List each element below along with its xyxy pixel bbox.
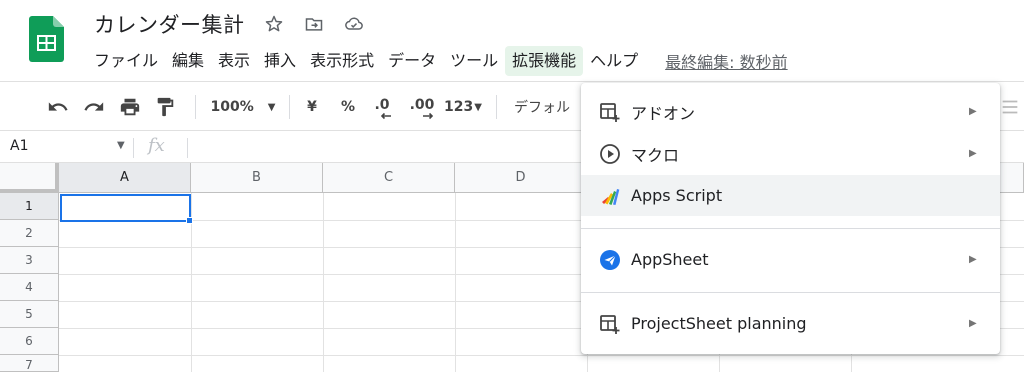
row-header[interactable]: 1 [0, 193, 59, 220]
menu-insert[interactable]: 挿入 [257, 46, 303, 76]
column-header[interactable]: D [455, 163, 587, 193]
menu-item-label: アドオン [631, 103, 696, 123]
selected-cell-a1[interactable] [60, 194, 191, 222]
percent-format-button[interactable]: % [336, 83, 360, 131]
menu-extensions[interactable]: 拡張機能 [505, 46, 584, 76]
menu-item-label: マクロ [631, 145, 680, 165]
chevron-down-icon[interactable]: ▼ [117, 140, 125, 151]
projectsheet-icon [598, 312, 622, 336]
menu-file[interactable]: ファイル [87, 46, 165, 76]
submenu-arrow-icon: ▶ [969, 148, 977, 159]
menu-tools[interactable]: ツール [443, 46, 505, 76]
currency-label: ¥ [307, 99, 317, 115]
apps-script-icon [598, 184, 622, 208]
formula-divider [133, 138, 134, 158]
row-header[interactable]: 6 [0, 328, 59, 355]
row-header[interactable]: 5 [0, 301, 59, 328]
increase-decimal-button[interactable]: .00 [406, 83, 438, 131]
formula-divider [187, 138, 188, 158]
paint-format-icon[interactable] [151, 83, 179, 131]
last-edit-link[interactable]: 最終編集: 数秒前 [665, 49, 787, 73]
macro-play-icon [598, 142, 622, 166]
fill-handle[interactable] [186, 217, 193, 224]
menu-item-appsheet[interactable]: AppSheet ▶ [581, 239, 1000, 280]
row-header[interactable]: 4 [0, 274, 59, 301]
menu-data[interactable]: データ [381, 46, 443, 76]
menu-divider [581, 228, 1000, 229]
submenu-arrow-icon: ▶ [969, 106, 977, 117]
menu-bar: ファイル 編集 表示 挿入 表示形式 データ ツール 拡張機能 ヘルプ 最終編集… [87, 45, 788, 77]
decrease-decimal-button[interactable]: .0 [368, 83, 396, 131]
menu-item-addons[interactable]: アドオン ▶ [581, 91, 1000, 132]
grid-line [59, 355, 1024, 356]
addon-icon [598, 100, 622, 124]
menu-item-label: AppSheet [631, 250, 709, 269]
menu-view[interactable]: 表示 [211, 46, 257, 76]
arrow-right-icon [423, 112, 434, 120]
title-row: カレンダー集計 [94, 9, 365, 39]
zoom-select[interactable]: 100% ▼ [207, 83, 279, 131]
more-toolbar-icon[interactable] [998, 83, 1022, 131]
toolbar-divider [496, 95, 497, 119]
decrease-decimal-label: .0 [374, 97, 390, 113]
row-header[interactable]: 2 [0, 220, 59, 247]
chevron-down-icon: ▼ [267, 101, 276, 113]
fx-icon: fx [148, 135, 165, 156]
menu-item-label: ProjectSheet planning [631, 314, 807, 333]
zoom-value: 100% [210, 99, 254, 115]
increase-decimal-label: .00 [409, 97, 435, 113]
folder-move-icon[interactable] [303, 13, 325, 35]
column-header[interactable]: A [59, 163, 191, 193]
menu-edit[interactable]: 編集 [165, 46, 211, 76]
chevron-down-icon: ▼ [474, 101, 482, 113]
appsheet-icon [598, 248, 622, 272]
menu-help[interactable]: ヘルプ [583, 46, 645, 76]
more-formats-label: 123 [444, 99, 474, 115]
print-icon[interactable] [116, 83, 144, 131]
toolbar-divider [195, 95, 196, 119]
toolbar-divider [289, 95, 290, 119]
redo-icon[interactable] [80, 83, 108, 131]
menu-item-macros[interactable]: マクロ ▶ [581, 133, 1000, 174]
menu-format[interactable]: 表示形式 [303, 46, 381, 76]
grid-line [323, 193, 324, 372]
column-header[interactable]: C [323, 163, 455, 193]
menu-item-projectsheet[interactable]: ProjectSheet planning ▶ [581, 303, 1000, 344]
submenu-arrow-icon: ▶ [969, 254, 977, 265]
select-all-corner[interactable] [0, 163, 59, 193]
menu-item-apps-script[interactable]: Apps Script [581, 175, 1000, 216]
app-header: カレンダー集計 ファイル 編集 表示 挿入 表示形式 データ ツール 拡張機能 … [0, 0, 1024, 82]
column-header[interactable]: B [191, 163, 323, 193]
grid-line [455, 193, 456, 372]
row-header[interactable]: 7 [0, 355, 59, 372]
font-select[interactable]: デフォル [514, 83, 580, 131]
document-title[interactable]: カレンダー集計 [94, 9, 245, 39]
arrow-left-icon [380, 112, 391, 120]
currency-format-button[interactable]: ¥ [302, 83, 322, 131]
star-icon[interactable] [263, 13, 285, 35]
cloud-saved-icon[interactable] [343, 13, 365, 35]
menu-divider [581, 292, 1000, 293]
submenu-arrow-icon: ▶ [969, 318, 977, 329]
menu-item-label: Apps Script [631, 186, 723, 205]
percent-label: % [340, 99, 356, 115]
sheets-logo-icon[interactable] [29, 16, 64, 62]
extensions-menu: アドオン ▶ マクロ ▶ Apps Script AppSheet ▶ Proj… [581, 83, 1000, 354]
name-box[interactable]: A1 [10, 138, 28, 154]
more-formats-button[interactable]: 123 ▼ [442, 83, 484, 131]
undo-icon[interactable] [44, 83, 72, 131]
font-name: デフォル [514, 100, 570, 116]
row-header[interactable]: 3 [0, 247, 59, 274]
